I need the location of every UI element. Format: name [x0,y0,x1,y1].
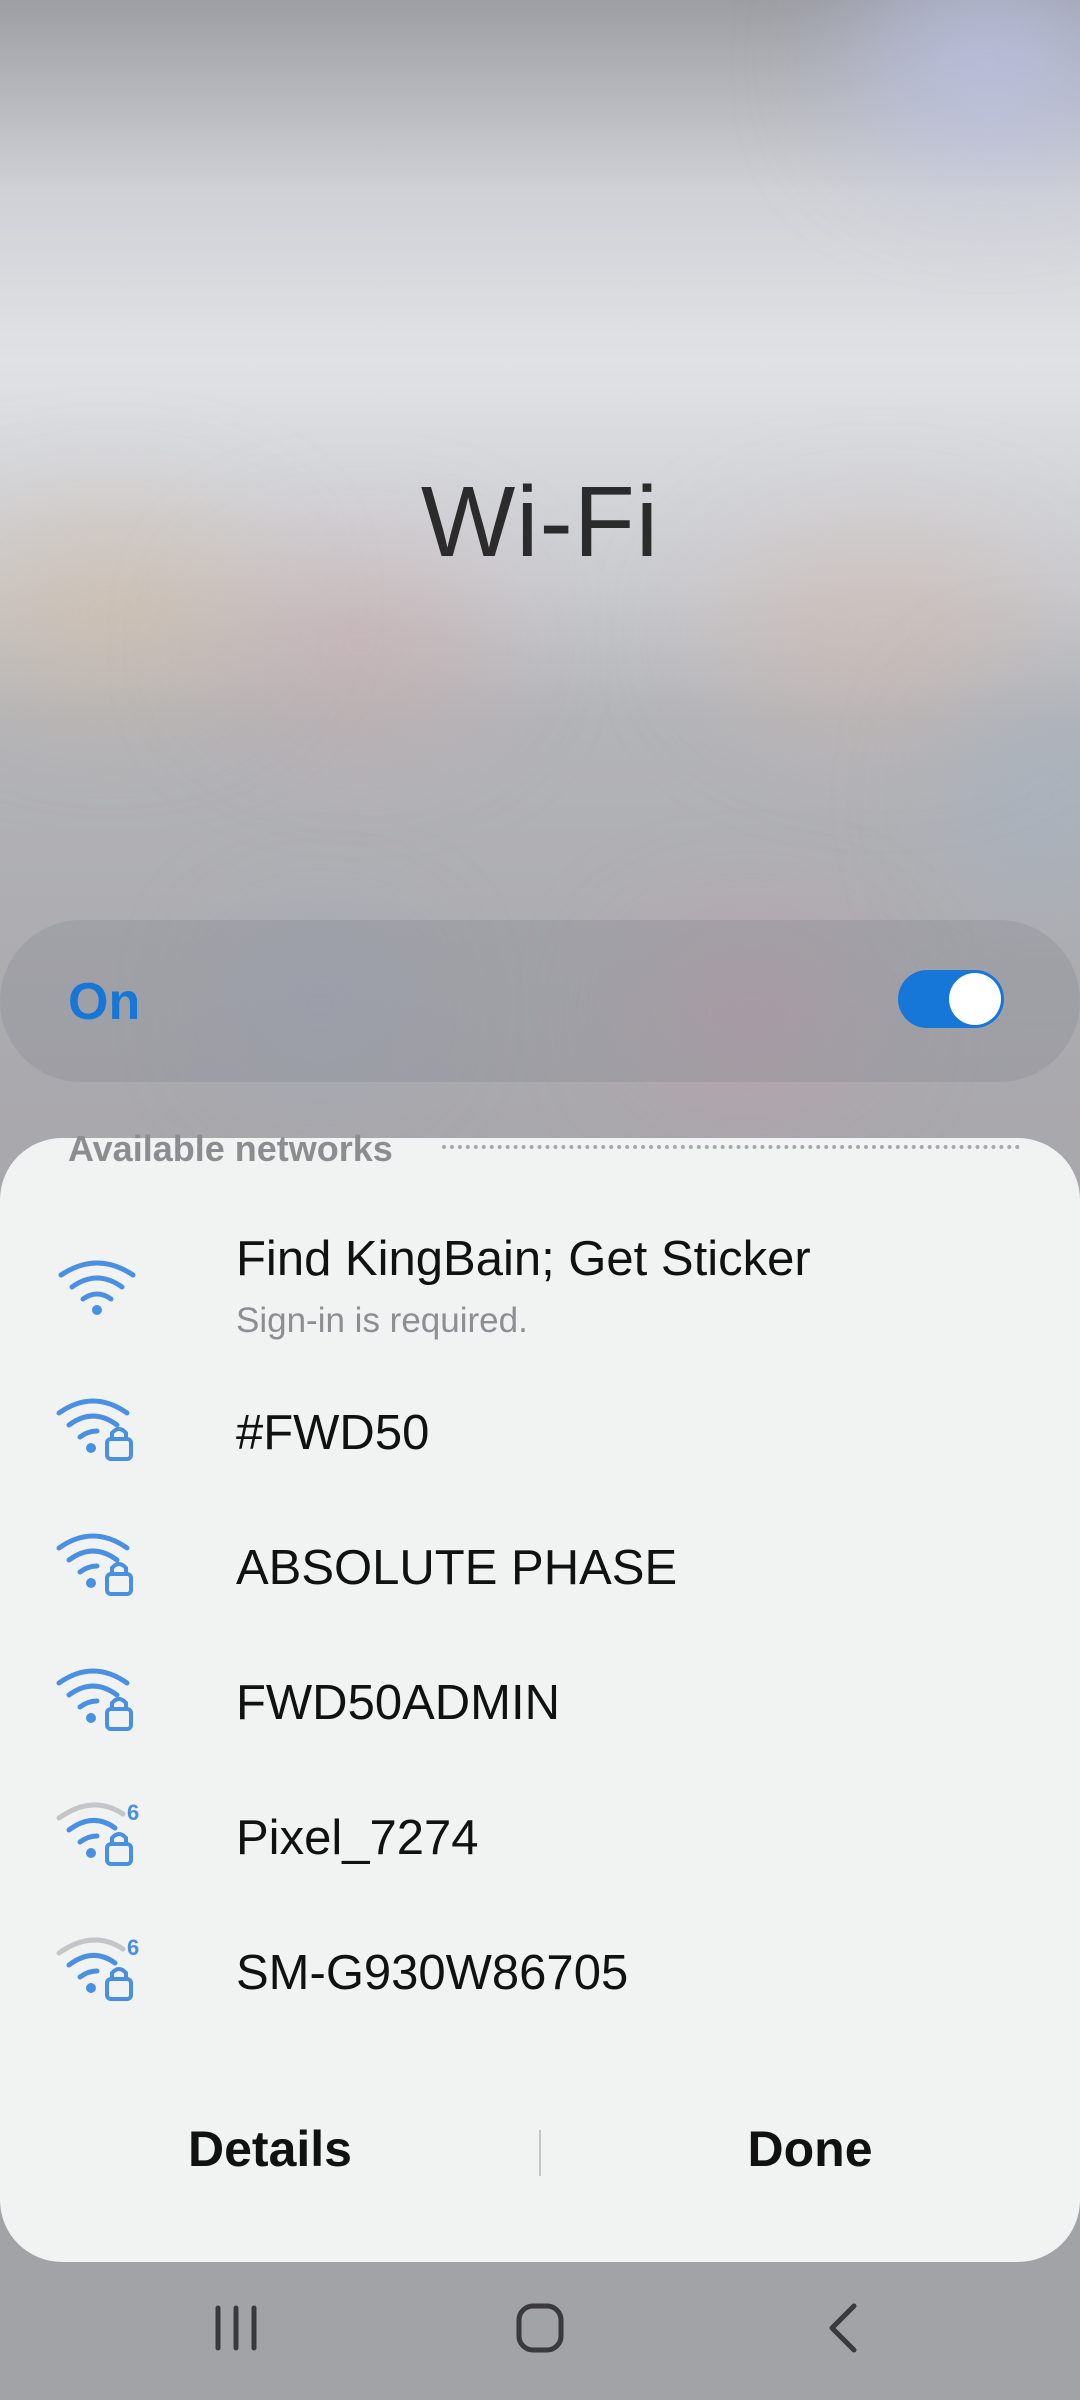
wifi-6-locked-icon: 6 [56,1800,139,1866]
background-blur [960,700,1080,900]
network-status: Sign-in is required. [236,1301,528,1340]
switch-knob [949,973,1001,1025]
navigation-bar [0,2262,1080,2400]
wifi-screen: Wi-Fi On Available networks Find KingBai… [0,0,1080,2400]
network-name: Pixel_7274 [236,1811,479,1865]
network-name: SM-G930W86705 [236,1946,629,2000]
page-title: Wi-Fi [420,466,660,578]
home-icon[interactable] [500,2298,580,2358]
dialog-actions: Details Done [0,2120,1080,2196]
background-blur [860,0,1080,160]
wifi-locked-icon [56,1533,133,1596]
recents-icon[interactable] [196,2298,276,2358]
section-divider [442,1145,1020,1149]
wifi-locked-icon [56,1668,133,1731]
network-item[interactable]: Find KingBain; Get Sticker Sign-in is re… [0,1215,1080,1365]
wifi-toggle-row[interactable]: On [0,920,1080,1082]
back-icon[interactable] [804,2298,884,2358]
network-name: Find KingBain; Get Sticker [236,1232,811,1286]
network-name: FWD50ADMIN [236,1676,560,1730]
network-name: #FWD50 [236,1406,430,1460]
band-label: 6 [127,1935,139,1960]
wifi-6-locked-icon: 6 [56,1935,139,2001]
network-item[interactable]: 6 SM-G930W86705 [0,1925,1080,2025]
wifi-locked-icon [56,1398,133,1461]
wifi-open-icon [58,1260,136,1315]
network-item[interactable]: #FWD50 [0,1385,1080,1485]
done-button[interactable]: Done [540,2120,1080,2178]
network-item[interactable]: FWD50ADMIN [0,1655,1080,1755]
available-networks-header: Available networks [68,1128,393,1169]
network-item[interactable]: 6 Pixel_7274 [0,1790,1080,1890]
wifi-switch[interactable] [898,970,1004,1028]
network-name: ABSOLUTE PHASE [236,1541,678,1595]
band-label: 6 [127,1800,139,1825]
details-button[interactable]: Details [0,2120,540,2178]
network-item[interactable]: ABSOLUTE PHASE [0,1520,1080,1620]
toggle-label: On [68,973,141,1031]
background-blur [230,560,490,730]
